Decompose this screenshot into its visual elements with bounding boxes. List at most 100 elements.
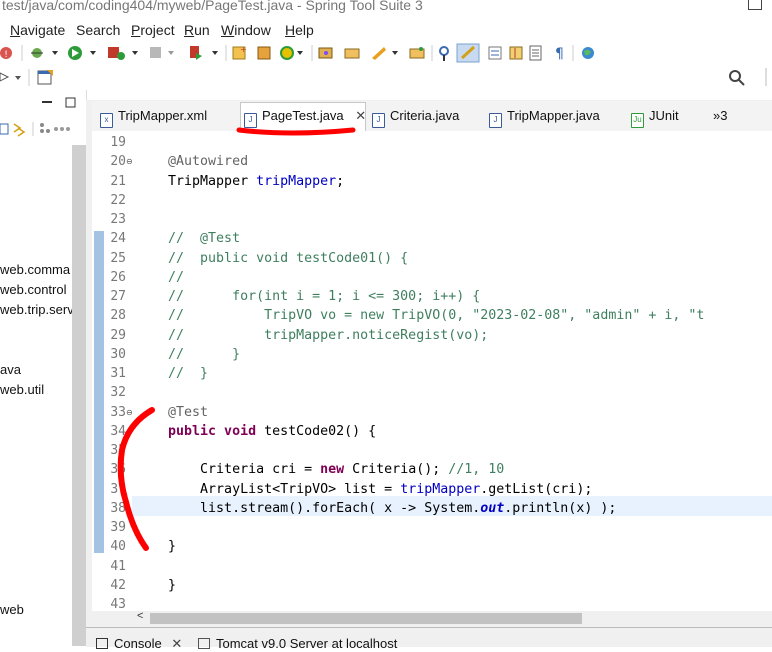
- debug-dropdown-icon[interactable]: [52, 51, 58, 55]
- back-dropdown-icon[interactable]: [15, 76, 21, 80]
- tab-tripmapper-xml[interactable]: x TripMapper.xml: [100, 104, 207, 128]
- stop-dropdown-icon[interactable]: [168, 51, 174, 55]
- tree-item-package[interactable]: web.trip.serv: [0, 302, 74, 317]
- code-line[interactable]: // @Test: [136, 231, 240, 246]
- code-line[interactable]: ArrayList<TripVO> list = tripMapper.getL…: [136, 482, 592, 497]
- paragraph-icon[interactable]: ¶: [555, 46, 564, 62]
- debug-icon[interactable]: [31, 48, 43, 58]
- tab-tripmapper-java[interactable]: J TripMapper.java: [489, 104, 600, 128]
- search-toggle-icon[interactable]: [439, 46, 449, 61]
- refresh-dropdown-icon[interactable]: [297, 51, 303, 55]
- run-ext-icon[interactable]: [190, 46, 202, 60]
- menu-navigate[interactable]: Navigate: [10, 22, 65, 38]
- code-line[interactable]: }: [136, 539, 176, 554]
- coverage-icon[interactable]: [108, 47, 125, 60]
- package-icon[interactable]: [318, 47, 333, 59]
- tab-criteria-java[interactable]: J Criteria.java: [372, 104, 459, 128]
- change-indicator-bar: [94, 231, 104, 553]
- code-line[interactable]: public void testCode02() {: [136, 424, 376, 439]
- refresh-icon[interactable]: [280, 46, 294, 60]
- stop-icon: [150, 47, 161, 58]
- code-line[interactable]: }: [136, 578, 176, 593]
- link-editor-icon[interactable]: [13, 123, 26, 137]
- fold-toggle-icon[interactable]: ⊖: [126, 157, 133, 166]
- line-number: 25: [110, 250, 126, 266]
- line-number: 35: [110, 443, 126, 458]
- globe-icon[interactable]: [582, 47, 594, 59]
- deploy-dropdown-icon[interactable]: [392, 51, 398, 55]
- code-token: .println(x) );: [504, 500, 617, 516]
- fold-toggle-icon[interactable]: ⊖: [126, 408, 133, 417]
- line-number: 19: [110, 135, 126, 150]
- tree-item-file[interactable]: ava: [0, 362, 21, 377]
- code-line[interactable]: TripMapper tripMapper;: [136, 174, 344, 189]
- code-line[interactable]: // TripVO vo = new TripVO(0, "2023-02-08…: [136, 308, 704, 323]
- menu-search[interactable]: Search: [76, 22, 120, 38]
- tab-servers[interactable]: Tomcat v9.0 Server at localhost: [198, 636, 397, 651]
- line-number: 30: [110, 346, 126, 362]
- code-line[interactable]: // }: [136, 366, 208, 381]
- run-icon[interactable]: [68, 46, 82, 60]
- code-token: @Autowired: [136, 154, 249, 170]
- code-line[interactable]: // }: [136, 347, 240, 362]
- code-token: // public void testCode01() {: [136, 250, 409, 266]
- open-type-icon[interactable]: [257, 46, 271, 60]
- code-token: tripMapper: [256, 173, 337, 189]
- filter-icon[interactable]: [40, 123, 50, 133]
- tree-item-package[interactable]: web.comma: [0, 262, 70, 277]
- tab-pagetest-java[interactable]: J PageTest.java ✕: [244, 104, 366, 128]
- code-line[interactable]: //: [136, 270, 184, 285]
- code-line[interactable]: list.stream().forEach( x -> System.out.p…: [136, 501, 616, 516]
- code-line[interactable]: // tripMapper.noticeRegist(vo);: [136, 328, 488, 343]
- menu-help[interactable]: Help: [285, 22, 314, 38]
- menu-run[interactable]: Run: [184, 22, 210, 38]
- tab-console[interactable]: Console ✕: [96, 636, 182, 652]
- code-token: Criteria();: [352, 462, 449, 478]
- line-number: 42: [110, 577, 126, 593]
- code-token: ;: [336, 173, 345, 189]
- run-dropdown-icon[interactable]: [90, 51, 96, 55]
- code-line[interactable]: // for(int i = 1; i <= 300; i++) {: [136, 289, 480, 304]
- code-line[interactable]: Criteria cri = new Criteria(); //1, 10: [136, 462, 504, 477]
- search-icon[interactable]: [729, 70, 745, 86]
- open-folder-icon[interactable]: [409, 47, 425, 59]
- code-token: }: [136, 539, 177, 555]
- error-icon[interactable]: !: [0, 47, 12, 60]
- line-number: 36: [110, 462, 126, 478]
- code-line[interactable]: // public void testCode01() {: [136, 251, 408, 266]
- scroll-left-icon[interactable]: <: [137, 610, 143, 622]
- maximize-icon[interactable]: [65, 97, 76, 108]
- outline-icon[interactable]: [529, 45, 542, 61]
- properties-icon[interactable]: [509, 46, 523, 60]
- highlight-icon[interactable]: [456, 43, 480, 63]
- run-ext-dropdown-icon[interactable]: [212, 51, 218, 55]
- deploy-icon[interactable]: [372, 47, 386, 60]
- editor-scrollbar-thumb[interactable]: [150, 613, 582, 624]
- new-project-icon[interactable]: +: [232, 45, 247, 60]
- tree-item-package[interactable]: web: [0, 602, 24, 617]
- tree-item-package[interactable]: web.control: [0, 282, 66, 297]
- collapse-all-icon[interactable]: [0, 123, 9, 135]
- new-window-icon[interactable]: [37, 70, 53, 85]
- console-icon: [96, 638, 108, 649]
- view-menu-icon[interactable]: [54, 127, 70, 131]
- tab-junit[interactable]: Ju JUnit: [631, 104, 679, 128]
- close-tab-icon[interactable]: ✕: [355, 108, 366, 123]
- coverage-dropdown-icon[interactable]: [132, 51, 138, 55]
- code-line[interactable]: @Test: [136, 405, 208, 420]
- line-number: 31: [110, 366, 126, 381]
- tree-item-package[interactable]: web.util: [0, 382, 44, 397]
- back-arrow-icon[interactable]: [0, 72, 10, 82]
- close-tab-icon[interactable]: ✕: [171, 636, 182, 651]
- task-icon[interactable]: [488, 46, 502, 60]
- line-number: 38: [110, 500, 126, 516]
- maximize-button[interactable]: [748, 0, 762, 10]
- menu-window[interactable]: Window: [221, 22, 271, 38]
- code-line[interactable]: @Autowired: [136, 154, 248, 169]
- explorer-scrollbar-thumb[interactable]: [72, 145, 86, 646]
- folder-open-icon[interactable]: [344, 48, 360, 59]
- java-file-icon: J: [489, 113, 502, 128]
- code-token: testCode02() {: [264, 423, 377, 439]
- menu-project[interactable]: Project: [131, 22, 175, 38]
- tab-overflow[interactable]: »3: [713, 104, 727, 128]
